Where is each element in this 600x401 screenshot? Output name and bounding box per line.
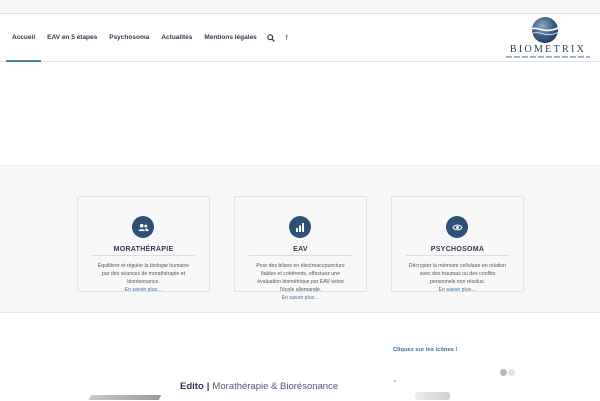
- card-description: Pour des bilans en électroacupuncture fi…: [247, 262, 354, 302]
- logo-tagline-decor: [506, 56, 590, 58]
- read-more-link[interactable]: En savoir plus…: [404, 286, 511, 294]
- main-nav: Accueil EAV en 5 étapes Psychosoma Actua…: [6, 14, 295, 62]
- decor-dot: [394, 380, 396, 382]
- card-text-line: biorésonance.: [127, 279, 160, 285]
- card-title: EAV: [293, 246, 308, 253]
- card-text-line: Équilibrer et réguler la biologie humain…: [97, 263, 190, 269]
- edito-title: Morathérapie & Biorésonance: [212, 381, 339, 392]
- slider-dot[interactable]: [508, 369, 515, 376]
- feature-section: MORATHÉRAPIE Équilibrer et réguler la bi…: [0, 166, 600, 312]
- card-psychosoma[interactable]: PSYCHOSOMA Décrypter la mémoire cellulai…: [391, 196, 524, 294]
- eye-icon[interactable]: [446, 216, 468, 238]
- edito-image-left: [88, 395, 162, 400]
- search-icon[interactable]: [263, 14, 279, 61]
- nav-item-actualites[interactable]: Actualités: [155, 14, 198, 61]
- card-text-line: Décrypter la mémoire cellulaire en relat…: [408, 263, 507, 269]
- card-text-line: avec des traumas ou des conflits: [419, 271, 496, 277]
- nav-item-accueil[interactable]: Accueil: [6, 14, 42, 62]
- read-more-link[interactable]: En savoir plus…: [90, 286, 197, 294]
- nav-item-eav-5-etapes[interactable]: EAV en 5 étapes: [41, 14, 103, 61]
- users-icon[interactable]: [132, 216, 154, 238]
- edito-label: Edito: [180, 381, 204, 392]
- nav-item-psychosoma[interactable]: Psychosoma: [103, 14, 155, 61]
- card-description: Équilibrer et réguler la biologie humain…: [90, 262, 197, 294]
- nav-item-mentions-legales[interactable]: Mentions légales: [198, 14, 262, 61]
- slider-dot[interactable]: [500, 369, 507, 376]
- card-divider: [406, 255, 509, 256]
- facebook-icon[interactable]: f: [279, 14, 295, 61]
- top-bar: [0, 0, 600, 14]
- card-divider: [92, 255, 195, 256]
- edito-separator: |: [206, 381, 210, 392]
- card-eav[interactable]: EAV Pour des bilans en électroacupunctur…: [234, 196, 367, 301]
- slider-dots: [500, 369, 515, 376]
- card-description: Décrypter la mémoire cellulaire en relat…: [404, 262, 511, 294]
- card-divider: [249, 255, 352, 256]
- card-moratherapie[interactable]: MORATHÉRAPIE Équilibrer et réguler la bi…: [77, 196, 210, 294]
- biometrix-logo[interactable]: BIOMETRIX: [502, 14, 594, 60]
- card-text-line: par des séances de morathérapie et: [101, 271, 186, 277]
- card-title: MORATHÉRAPIE: [113, 246, 174, 253]
- hero-area: [0, 62, 600, 166]
- card-text-line: l'école allemande.: [279, 287, 322, 293]
- card-text-line: évaluation biométrique par EAV selon: [257, 279, 344, 285]
- edito-image-right: [415, 392, 450, 400]
- bar-chart-icon[interactable]: [289, 216, 311, 238]
- card-text-line: personnels non résolus.: [429, 279, 486, 285]
- logo-wordmark: BIOMETRIX: [509, 44, 587, 55]
- read-more-link[interactable]: En savoir plus…: [247, 294, 354, 302]
- edito-heading: Edito | Morathérapie & Biorésonance: [180, 381, 338, 392]
- card-text-line: Pour des bilans en électroacupuncture: [256, 263, 345, 269]
- card-text-line: fiables et cohérents, effectuez une: [261, 271, 340, 277]
- click-icons-hint: Cliquez sur les icônes !: [393, 347, 458, 353]
- card-title: PSYCHOSOMA: [430, 246, 485, 253]
- globe-wave-icon: [529, 17, 561, 43]
